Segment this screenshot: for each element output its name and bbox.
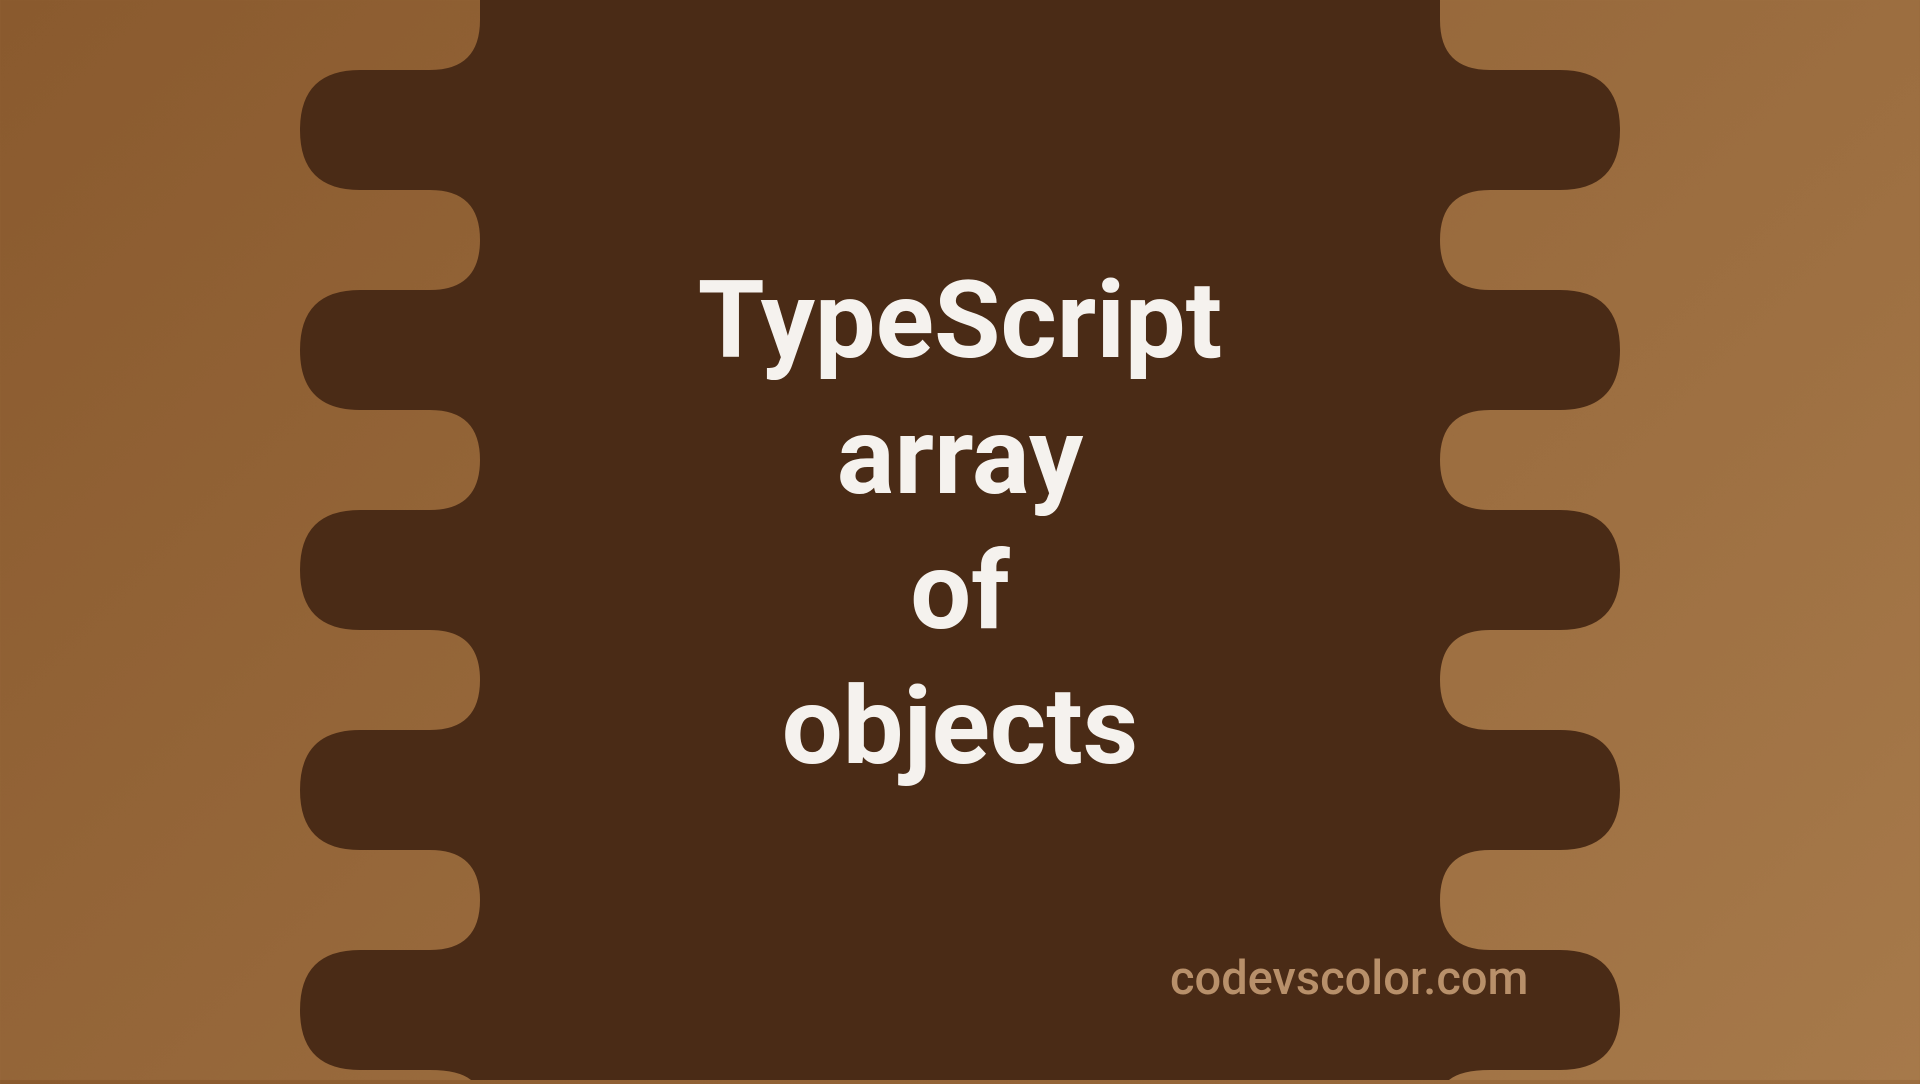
title-container: TypeScript array of objects [698,265,1222,785]
title-line-2: array [837,401,1084,514]
content-area: TypeScript array of objects codevscolor.… [0,0,1920,1080]
title-line-4: objects [782,671,1138,784]
footer-website: codevscolor.com [1170,951,1528,1006]
title-line-1: TypeScript [698,265,1222,378]
title-line-3: of [910,536,1010,649]
